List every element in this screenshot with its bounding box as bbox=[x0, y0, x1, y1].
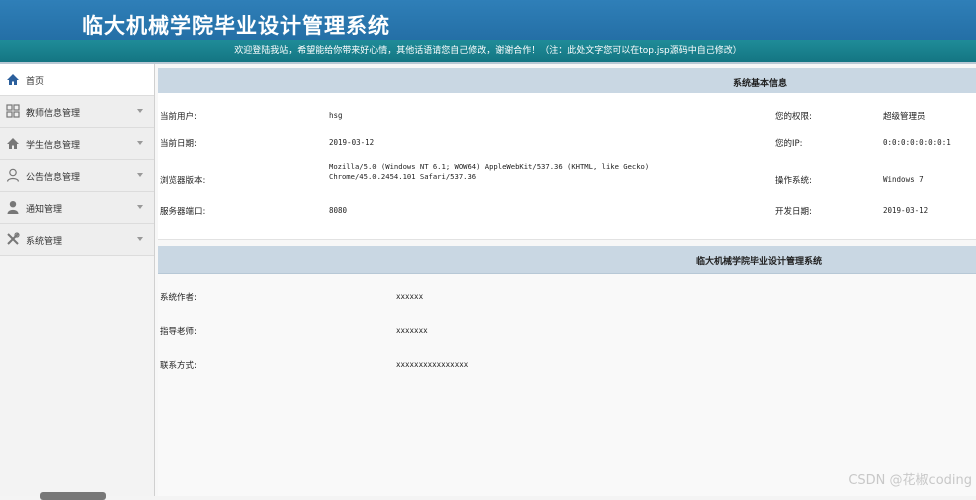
about-header: 临大机械学院毕业设计管理系统 bbox=[158, 246, 976, 274]
sidebar-item-label: 系统管理 bbox=[26, 237, 63, 247]
current-date-label: 当前日期: bbox=[160, 139, 197, 149]
dev-date-value: 2019-03-12 bbox=[883, 206, 929, 215]
top-header: 临大机械学院毕业设计管理系统 bbox=[0, 0, 976, 40]
sidebar-item-notice[interactable]: 通知管理 bbox=[0, 192, 154, 224]
sidebar-item-label: 通知管理 bbox=[26, 205, 63, 215]
advisor-value: xxxxxxx bbox=[396, 326, 428, 335]
os-label: 操作系统: bbox=[775, 176, 812, 186]
watermark: CSDN @花椒coding bbox=[848, 473, 972, 488]
sidebar-item-system[interactable]: 系统管理 bbox=[0, 224, 154, 256]
advisor-label: 指导老师: bbox=[160, 327, 197, 337]
main-content: 系统基本信息 当前用户: hsg 您的权限: 超级管理员 当前日期: 2019-… bbox=[155, 64, 976, 496]
tools-icon bbox=[5, 231, 21, 247]
contact-value: xxxxxxxxxxxxxxxx bbox=[396, 360, 469, 369]
current-user-label: 当前用户: bbox=[160, 112, 197, 122]
user-outline-icon bbox=[5, 167, 21, 183]
sidebar-item-announcement-info[interactable]: 公告信息管理 bbox=[0, 160, 154, 192]
chevron-down-icon[interactable] bbox=[137, 109, 143, 113]
sidebar-item-home[interactable]: 首页 bbox=[0, 64, 154, 96]
browser-value: Mozilla/5.0 (Windows NT 6.1; WOW64) Appl… bbox=[329, 162, 650, 181]
welcome-banner: 欢迎登陆我站，希望能给你带来好心情，其他话语请您自己修改，谢谢合作！（注：此处文… bbox=[0, 40, 976, 64]
app-title: 临大机械学院毕业设计管理系统 bbox=[82, 13, 390, 38]
sidebar-item-label: 公告信息管理 bbox=[26, 173, 81, 183]
chevron-down-icon[interactable] bbox=[137, 141, 143, 145]
browser-label: 浏览器版本: bbox=[160, 176, 206, 186]
home-icon bbox=[5, 135, 21, 151]
section-title: 临大机械学院毕业设计管理系统 bbox=[696, 257, 823, 267]
home-icon bbox=[5, 71, 21, 87]
chevron-down-icon[interactable] bbox=[137, 205, 143, 209]
sidebar-item-label: 首页 bbox=[26, 77, 45, 87]
system-info-header: 系统基本信息 bbox=[158, 68, 976, 96]
permission-value: 超级管理员 bbox=[883, 112, 926, 122]
sidebar-item-label: 教师信息管理 bbox=[26, 109, 81, 119]
current-date-value: 2019-03-12 bbox=[329, 138, 375, 147]
author-label: 系统作者: bbox=[160, 293, 197, 303]
sidebar-item-label: 学生信息管理 bbox=[26, 141, 81, 151]
permission-label: 您的权限: bbox=[775, 112, 812, 122]
sidebar-item-teacher-info[interactable]: 教师信息管理 bbox=[0, 96, 154, 128]
ip-label: 您的IP: bbox=[775, 139, 803, 149]
current-user-value: hsg bbox=[329, 111, 343, 120]
contact-label: 联系方式: bbox=[160, 361, 197, 371]
os-value: Windows 7 bbox=[883, 175, 924, 184]
chevron-down-icon[interactable] bbox=[137, 237, 143, 241]
chevron-down-icon[interactable] bbox=[137, 173, 143, 177]
sidebar-footer-bar bbox=[40, 492, 106, 500]
port-value: 8080 bbox=[329, 206, 348, 215]
sidebar-item-student-info[interactable]: 学生信息管理 bbox=[0, 128, 154, 160]
author-value: xxxxxx bbox=[396, 292, 424, 301]
sidebar: 首页 教师信息管理 学生信息管理 公告信息管理 通知管理 系统管理 bbox=[0, 64, 155, 500]
ip-value: 0:0:0:0:0:0:0:1 bbox=[883, 138, 951, 147]
section-title: 系统基本信息 bbox=[733, 79, 788, 89]
dev-date-label: 开发日期: bbox=[775, 207, 812, 217]
user-icon bbox=[5, 199, 21, 215]
about-panel: 系统作者: xxxxxx 指导老师: xxxxxxx 联系方式: xxxxxxx… bbox=[158, 274, 976, 496]
port-label: 服务器端口: bbox=[160, 207, 206, 217]
system-info-panel: 当前用户: hsg 您的权限: 超级管理员 当前日期: 2019-03-12 您… bbox=[158, 93, 976, 240]
grid-icon bbox=[5, 103, 21, 119]
